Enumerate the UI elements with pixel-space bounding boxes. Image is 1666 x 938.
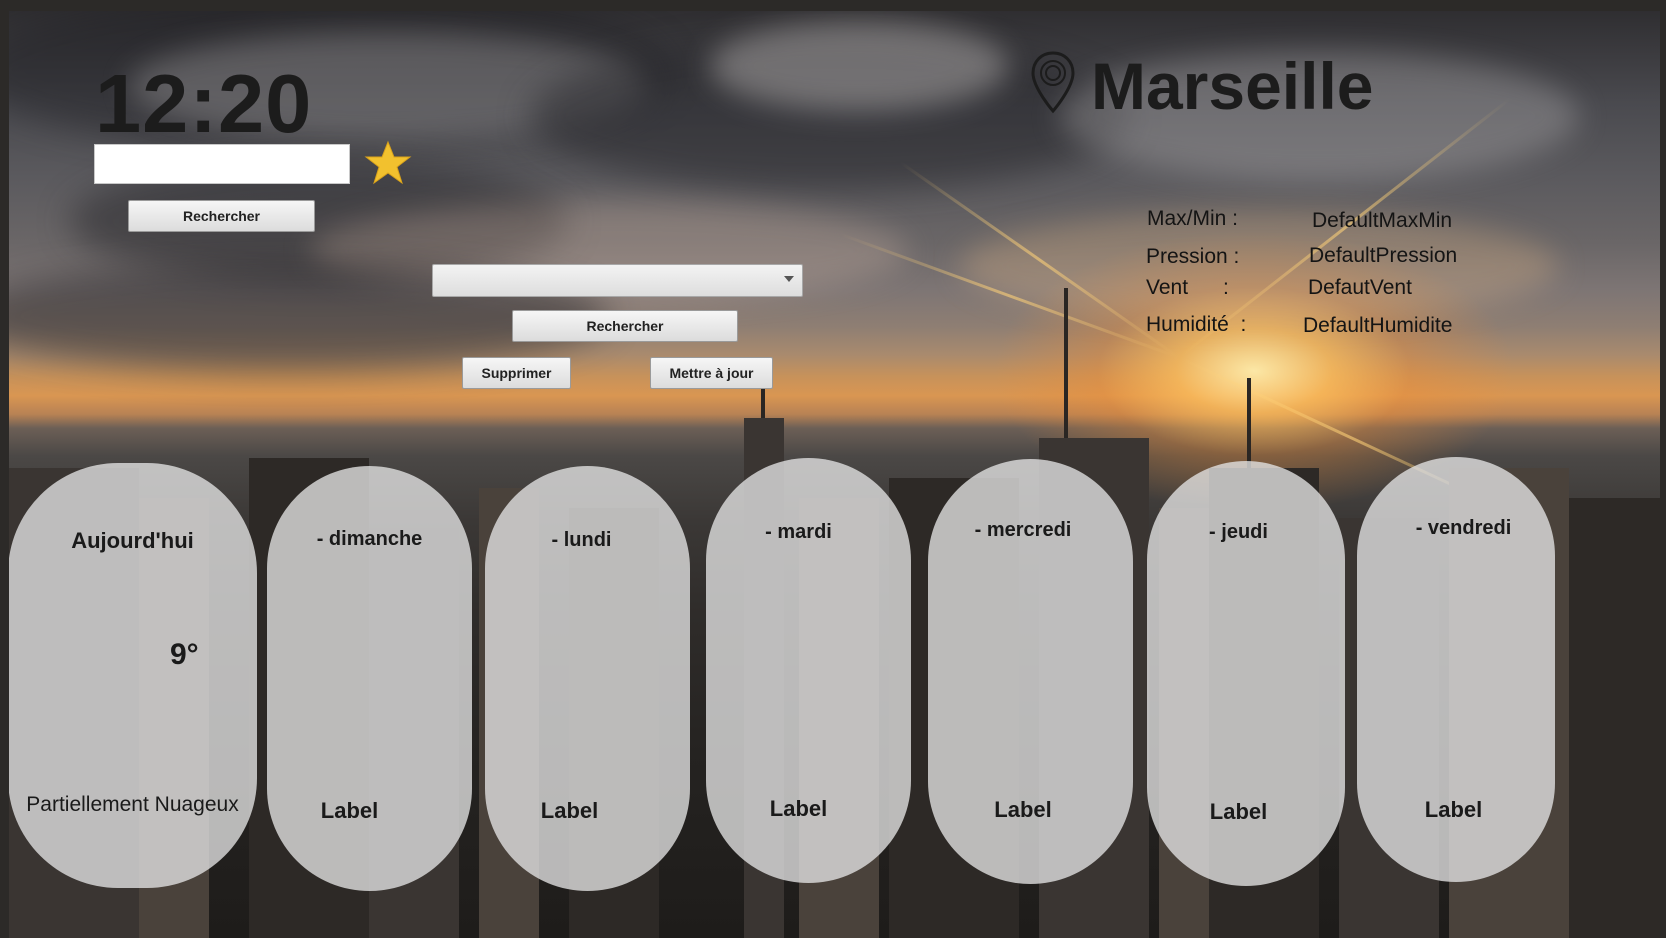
forecast-card-tuesday: - mardi Label bbox=[706, 458, 911, 883]
forecast-card-sunday: - dimanche Label bbox=[267, 466, 472, 891]
location-pin-icon bbox=[1030, 51, 1076, 115]
forecast-description: Label bbox=[994, 797, 1052, 822]
forecast-description: Partiellement Nuageux bbox=[26, 793, 239, 816]
delete-button[interactable]: Supprimer bbox=[462, 357, 571, 389]
city-search-input[interactable] bbox=[94, 144, 350, 184]
forecast-description: Label bbox=[1424, 797, 1483, 822]
favorites-search-button[interactable]: Rechercher bbox=[512, 310, 738, 342]
forecast-day-title: - jeudi bbox=[1209, 521, 1268, 543]
max-min-label: Max/Min : bbox=[1147, 207, 1239, 230]
star-icon[interactable] bbox=[364, 139, 412, 187]
city-name: Marseille bbox=[1091, 49, 1374, 123]
forecast-card-wednesday: - mercredi Label bbox=[928, 459, 1133, 884]
forecast-description: Label bbox=[320, 798, 379, 823]
wind-value: DefautVent bbox=[1308, 276, 1412, 299]
forecast-description: Label bbox=[769, 796, 828, 821]
pressure-label: Pression : bbox=[1146, 245, 1240, 268]
weather-app-window: 12:20 Rechercher Rechercher Supprimer Me… bbox=[9, 11, 1660, 938]
forecast-day-title: - lundi bbox=[551, 529, 612, 551]
forecast-day-title: - mardi bbox=[765, 521, 832, 543]
forecast-temperature: 9° bbox=[170, 638, 199, 671]
wind-label: Vent : bbox=[1146, 276, 1229, 299]
max-min-value: DefaultMaxMin bbox=[1312, 209, 1453, 232]
favorites-select[interactable] bbox=[432, 264, 803, 297]
pressure-value: DefaultPression bbox=[1309, 244, 1458, 267]
humidity-label: Humidité : bbox=[1146, 313, 1247, 336]
forecast-day-title: - dimanche bbox=[316, 528, 423, 550]
forecast-card-friday: - vendredi Label bbox=[1357, 457, 1555, 882]
forecast-card-thursday: - jeudi Label bbox=[1147, 461, 1345, 886]
forecast-day-title: - vendredi bbox=[1415, 517, 1512, 539]
forecast-description: Label bbox=[1209, 799, 1268, 824]
forecast-description: Label bbox=[540, 798, 599, 823]
forecast-day-title: Aujourd'hui bbox=[71, 528, 194, 553]
update-button[interactable]: Mettre à jour bbox=[650, 357, 773, 389]
forecast-card-today: Aujourd'hui 9° Partiellement Nuageux bbox=[9, 463, 257, 888]
forecast-card-monday: - lundi Label bbox=[485, 466, 690, 891]
search-button[interactable]: Rechercher bbox=[128, 200, 315, 232]
clock-time: 12:20 bbox=[95, 57, 313, 150]
chevron-down-icon bbox=[784, 276, 794, 282]
humidity-value: DefaultHumidite bbox=[1303, 314, 1453, 337]
forecast-day-title: - mercredi bbox=[974, 519, 1072, 541]
